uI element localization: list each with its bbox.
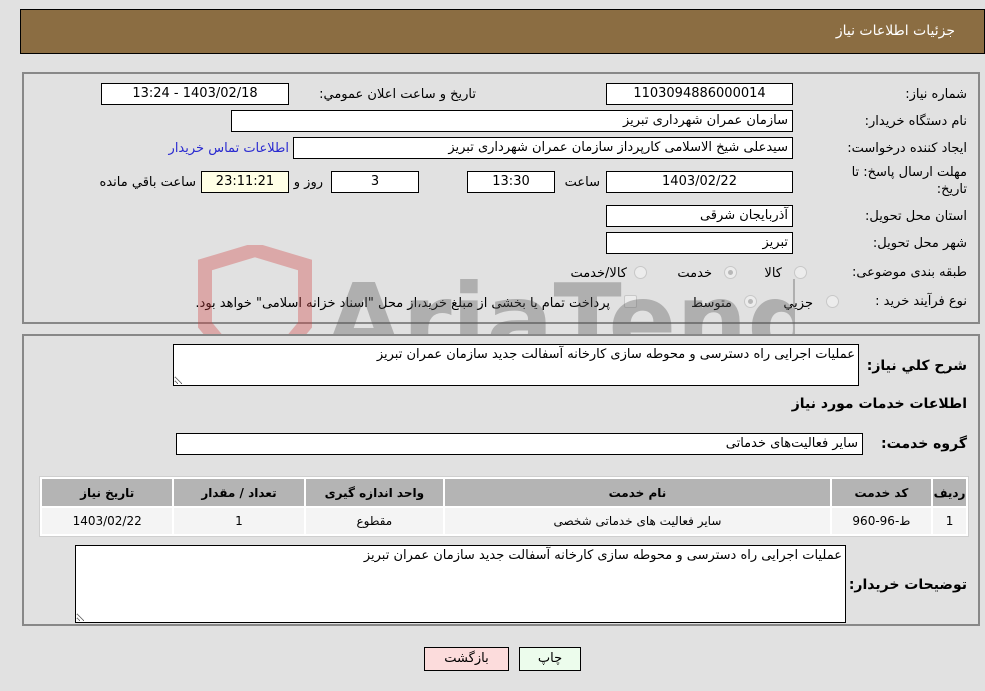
need-number-label: شماره نیاز: xyxy=(905,87,967,102)
process-radio-minor[interactable] xyxy=(826,295,839,308)
deadline-time-field[interactable]: 13:30 xyxy=(467,171,555,193)
remaining-label: ساعت باقي مانده xyxy=(99,175,196,190)
city-label: شهر محل تحویل: xyxy=(872,236,967,251)
back-button[interactable]: بازگشت xyxy=(424,647,509,671)
cell-unit: مقطوع xyxy=(305,508,444,534)
buyer-org-label: نام دستگاه خریدار: xyxy=(864,114,967,129)
table-row: 1 ط-96-960 سایر فعالیت های خدماتی شخصی م… xyxy=(42,508,966,534)
cell-quantity: 1 xyxy=(174,508,304,534)
category-radio-goods-service[interactable] xyxy=(634,266,647,279)
process-radio-medium[interactable] xyxy=(744,295,757,308)
services-table: ردیف کد خدمت نام خدمت واحد اندازه گیری ت… xyxy=(39,476,969,537)
need-number-field[interactable]: 1103094886000014 xyxy=(606,83,793,105)
buyer-notes-textarea[interactable]: عملیات اجرایی راه دسترسی و محوطه سازی کا… xyxy=(75,545,846,623)
remaining-days-field[interactable]: 3 xyxy=(331,171,419,193)
remaining-time-field[interactable]: 23:11:21 xyxy=(201,171,289,193)
treasury-label: پرداخت تمام یا بخشی از مبلغ خرید،از محل … xyxy=(195,296,610,311)
services-section-title: اطلاعات خدمات مورد نیاز xyxy=(791,396,967,412)
announce-datetime-field[interactable]: 1403/02/18 - 13:24 xyxy=(101,83,289,105)
col-service-code: کد خدمت xyxy=(831,479,932,506)
buyer-org-field[interactable]: سازمان عمران شهرداری تبریز xyxy=(231,110,793,132)
page-header: جزئیات اطلاعات نیاز xyxy=(20,9,985,54)
summary-label: شرح کلي نیاز: xyxy=(866,358,967,374)
province-label: استان محل تحویل: xyxy=(865,209,967,224)
service-group-field[interactable]: سایر فعالیت‌های خدماتی xyxy=(176,433,863,455)
buyer-contact-link[interactable]: اطلاعات تماس خریدار xyxy=(169,141,289,156)
cell-row-number: 1 xyxy=(933,508,966,534)
category-goods-service-label: کالا/خدمت xyxy=(570,266,627,281)
page-title: جزئیات اطلاعات نیاز xyxy=(835,23,955,39)
buyer-notes-label: توضیحات خریدار: xyxy=(848,577,967,593)
creator-field[interactable]: سیدعلی شیخ الاسلامی کارپرداز سازمان عمرا… xyxy=(293,137,793,159)
deadline-label-1: مهلت ارسال پاسخ: تا xyxy=(851,165,967,180)
cell-service-code: ط-96-960 xyxy=(831,508,932,534)
process-minor-label: جزیي xyxy=(783,296,813,311)
province-field[interactable]: آذربایجان شرقی xyxy=(606,205,793,227)
table-header-row: ردیف کد خدمت نام خدمت واحد اندازه گیری ت… xyxy=(42,479,966,506)
summary-textarea[interactable]: عملیات اجرایی راه دسترسی و محوطه سازی کا… xyxy=(173,344,859,386)
col-need-date: تاریخ نیاز xyxy=(42,479,173,506)
deadline-date-field[interactable]: 1403/02/22 xyxy=(606,171,793,193)
deadline-time-label: ساعت xyxy=(564,175,600,190)
creator-label: ایجاد کننده درخواست: xyxy=(847,141,967,156)
treasury-checkbox[interactable] xyxy=(624,295,637,308)
city-field[interactable]: تبریز xyxy=(606,232,793,254)
days-label: روز و xyxy=(293,175,323,190)
cell-need-date: 1403/02/22 xyxy=(42,508,173,534)
cell-service-name: سایر فعالیت های خدماتی شخصی xyxy=(445,508,830,534)
category-radio-goods[interactable] xyxy=(794,266,807,279)
print-button[interactable]: چاپ xyxy=(519,647,581,671)
category-goods-label: کالا xyxy=(764,266,782,281)
deadline-label-2: تاریخ: xyxy=(936,182,967,197)
category-service-label: خدمت xyxy=(677,266,712,281)
category-radio-service[interactable] xyxy=(724,266,737,279)
col-unit: واحد اندازه گیری xyxy=(305,479,444,506)
col-quantity: تعداد / مقدار xyxy=(174,479,304,506)
process-medium-label: متوسط xyxy=(691,296,732,311)
col-row-number: ردیف xyxy=(933,479,966,506)
col-service-name: نام خدمت xyxy=(445,479,830,506)
category-label: طبقه بندی موضوعی: xyxy=(851,265,967,280)
service-group-label: گروه خدمت: xyxy=(881,436,967,452)
announce-label: تاریخ و ساعت اعلان عمومي: xyxy=(319,87,476,102)
process-label: نوع فرآیند خرید : xyxy=(875,294,967,309)
